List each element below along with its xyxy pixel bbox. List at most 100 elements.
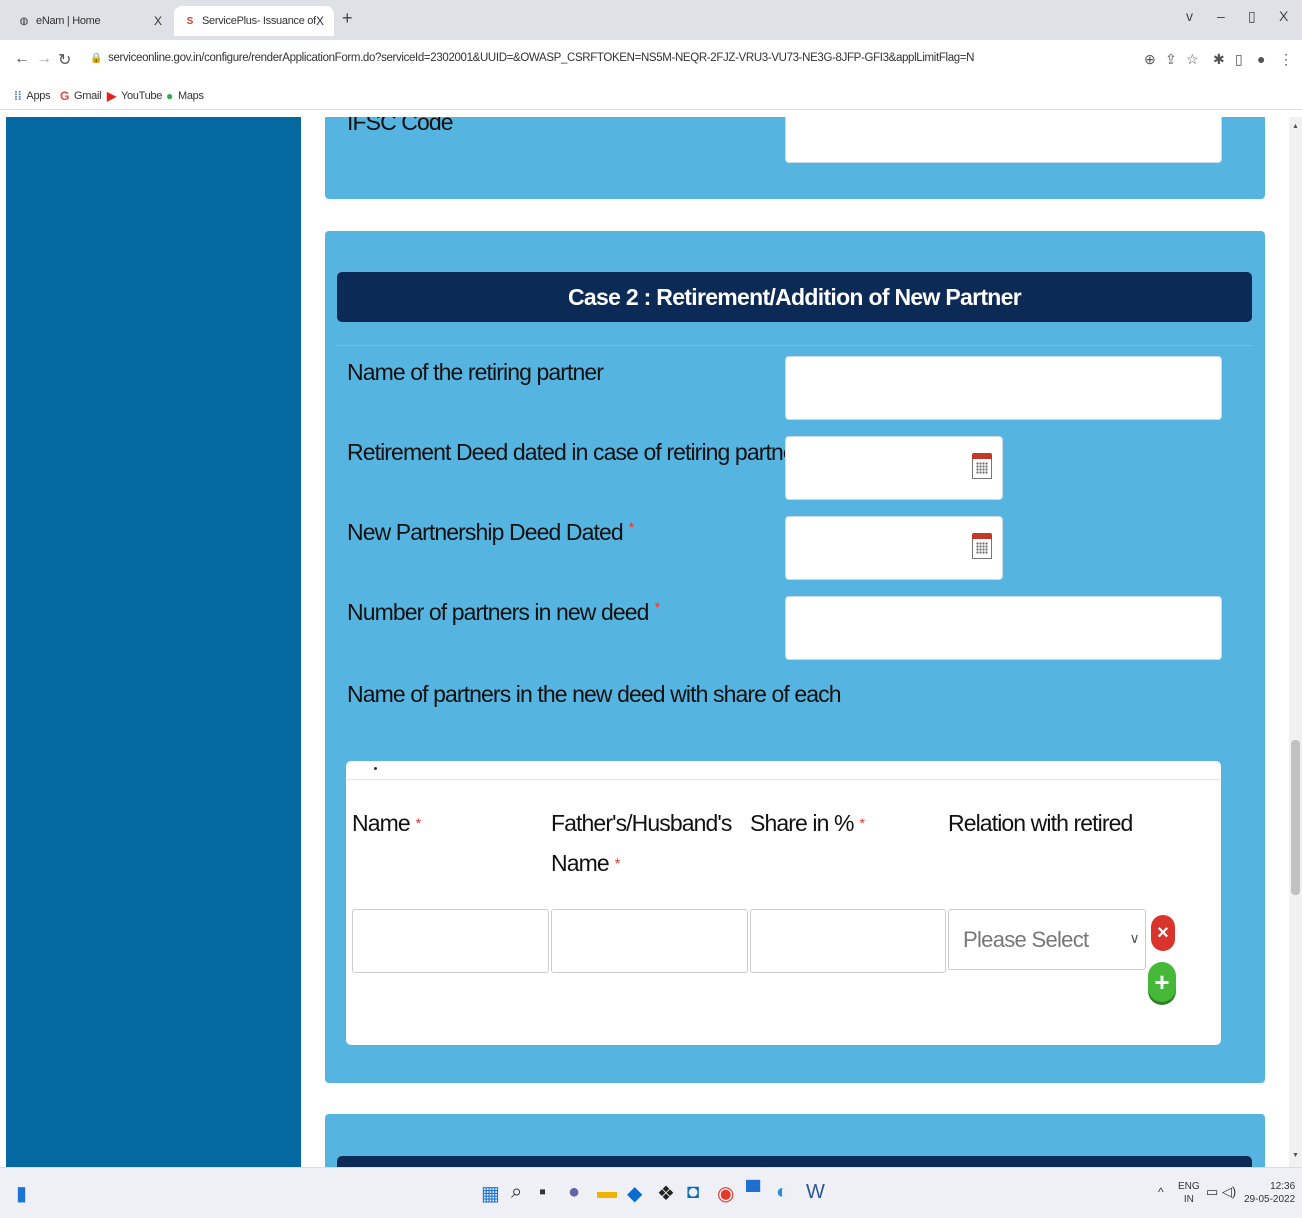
bookmark-label: Maps xyxy=(177,90,204,102)
map-pin-icon: ● xyxy=(166,89,173,103)
back-arrow-icon[interactable]: ← xyxy=(14,50,30,68)
page-viewport: IFSC Code Case 2 : Retirement/Addition o… xyxy=(0,117,1302,1167)
retirement-deed-date-label: Retirement Deed dated in case of retirin… xyxy=(347,439,802,465)
language-indicator[interactable]: ENG IN xyxy=(1178,1180,1200,1206)
minimize-button[interactable]: – xyxy=(1217,8,1225,24)
chevron-down-icon: ∨ xyxy=(1129,930,1139,946)
url-field[interactable]: 🔒 serviceonline.gov.in/configure/renderAp… xyxy=(90,52,974,64)
bookmark-maps[interactable]: ● Maps xyxy=(166,89,204,103)
widgets-icon[interactable]: ▮ xyxy=(16,1181,27,1206)
file-explorer-icon[interactable]: ▬ xyxy=(597,1181,617,1204)
retirement-deed-date-input[interactable] xyxy=(785,436,1003,500)
close-circle-icon: × xyxy=(1157,921,1169,944)
menu-kebab-icon[interactable]: ⋮ xyxy=(1279,51,1293,68)
ifsc-code-label: IFSC Code xyxy=(347,117,454,135)
retiring-partner-name-input[interactable] xyxy=(785,356,1222,420)
word-icon[interactable]: W xyxy=(806,1181,825,1204)
close-tab-icon[interactable]: X xyxy=(316,14,324,28)
profile-icon[interactable]: ● xyxy=(1257,51,1265,67)
bookmark-label: Gmail xyxy=(74,90,102,102)
case2-header: Case 2 : Retirement/Addition of New Part… xyxy=(337,272,1252,322)
bank-details-panel: IFSC Code xyxy=(325,117,1265,199)
required-asterisk: * xyxy=(859,815,865,831)
bookmark-label: YouTube xyxy=(120,90,163,102)
number-of-partners-label: Number of partners in new deed * xyxy=(347,599,660,625)
dropbox-icon[interactable]: ❖ xyxy=(657,1181,675,1206)
edge-icon[interactable]: ◐ xyxy=(776,1181,788,1204)
select-value: Please Select xyxy=(963,926,1089,952)
divider xyxy=(337,345,1252,346)
required-asterisk: * xyxy=(415,815,421,831)
case2-panel: Case 2 : Retirement/Addition of New Part… xyxy=(325,231,1265,1083)
tab-title: eNam | Home xyxy=(36,15,101,27)
lock-icon: 🔒 xyxy=(90,53,103,64)
bookmark-label: Apps xyxy=(26,90,51,102)
scroll-down-icon[interactable]: ▼ xyxy=(1292,1152,1299,1159)
tab-search-icon[interactable]: v xyxy=(1186,8,1193,24)
tab-serviceplus[interactable]: S ServicePlus- Issuance of new Lic X xyxy=(174,6,334,36)
required-asterisk: * xyxy=(654,599,660,615)
monitor-icon[interactable]: ▀ xyxy=(746,1181,760,1204)
tab-enam-home[interactable]: ◍ eNam | Home X xyxy=(8,6,172,36)
search-icon[interactable]: ⌕ xyxy=(511,1181,522,1204)
partner-name-input[interactable] xyxy=(352,909,549,973)
required-asterisk: * xyxy=(628,519,634,535)
share-icon[interactable]: ⇪ xyxy=(1165,51,1177,68)
task-view-icon[interactable]: ▪ xyxy=(539,1181,546,1204)
side-panel-icon[interactable]: ▯ xyxy=(1235,51,1243,68)
bookmark-gmail[interactable]: G Gmail xyxy=(60,89,102,103)
retiring-partner-name-label: Name of the retiring partner xyxy=(347,359,604,385)
next-section-panel xyxy=(325,1114,1265,1167)
store-icon[interactable]: ◆ xyxy=(627,1181,642,1206)
partners-share-label: Name of partners in the new deed with sh… xyxy=(347,681,842,707)
add-row-button[interactable]: + xyxy=(1148,962,1176,1002)
divider xyxy=(346,779,1221,780)
apps-grid-icon: ⁞⁞ xyxy=(14,89,22,103)
column-header-share: Share in % * xyxy=(750,810,865,836)
share-percent-input[interactable] xyxy=(750,909,946,973)
remove-row-button[interactable]: × xyxy=(1151,915,1175,951)
father-husband-name-input[interactable] xyxy=(551,909,748,973)
reload-icon[interactable]: ↻ xyxy=(58,50,71,70)
new-partnership-deed-date-input[interactable] xyxy=(785,516,1003,580)
google-icon: G xyxy=(60,89,70,103)
forward-arrow-icon[interactable]: → xyxy=(36,50,52,68)
bookmark-youtube[interactable]: ▶ YouTube xyxy=(107,89,162,103)
clock[interactable]: 12:36 29-05-2022 xyxy=(1244,1180,1295,1206)
page-scrollbar[interactable]: ▲ ▼ xyxy=(1289,117,1302,1167)
windows-taskbar xyxy=(0,1167,1302,1218)
scrollbar-thumb[interactable] xyxy=(1291,740,1300,895)
bullet xyxy=(374,767,377,770)
close-tab-icon[interactable]: X xyxy=(154,14,162,28)
partners-table: Name * Father's/Husband's Name * Share in … xyxy=(346,761,1221,1045)
teams-icon[interactable]: ● xyxy=(568,1181,580,1204)
zoom-icon[interactable]: ⊕ xyxy=(1144,51,1156,68)
network-volume-icon[interactable]: ▭ ◁) xyxy=(1206,1185,1236,1198)
serviceplus-logo-icon: S xyxy=(186,15,194,27)
chrome-icon[interactable]: ◉ xyxy=(717,1181,734,1206)
calendar-icon[interactable] xyxy=(972,533,992,561)
url-text: serviceonline.gov.in/configure/renderApp… xyxy=(108,52,975,64)
maximize-button[interactable]: ▯ xyxy=(1248,8,1256,25)
form-area: IFSC Code Case 2 : Retirement/Addition o… xyxy=(301,117,1289,1167)
globe-icon: ◍ xyxy=(19,15,29,27)
calendar-icon[interactable] xyxy=(972,453,992,481)
outlook-icon[interactable]: ◘ xyxy=(687,1181,699,1204)
new-partnership-deed-date-label: New Partnership Deed Dated * xyxy=(347,519,634,545)
plus-circle-icon: + xyxy=(1154,966,1170,997)
ifsc-code-input[interactable] xyxy=(785,117,1222,163)
extensions-icon[interactable]: ✱ xyxy=(1213,51,1225,68)
next-section-header xyxy=(337,1156,1252,1167)
bookmark-star-icon[interactable]: ☆ xyxy=(1186,51,1199,68)
column-header-name: Name * xyxy=(352,810,421,836)
required-asterisk: * xyxy=(614,855,620,871)
number-of-partners-input[interactable] xyxy=(785,596,1222,660)
start-icon[interactable]: ▦ xyxy=(481,1181,500,1206)
close-window-button[interactable]: X xyxy=(1279,8,1288,24)
bookmark-apps[interactable]: ⁞⁞ Apps xyxy=(14,89,51,103)
scroll-up-icon[interactable]: ▲ xyxy=(1292,123,1299,130)
column-header-relation: Relation with retired xyxy=(948,810,1133,836)
chevron-up-icon[interactable]: ^ xyxy=(1158,1186,1164,1199)
relation-select[interactable]: Please Select ∨ xyxy=(948,909,1146,970)
new-tab-button[interactable]: + xyxy=(342,8,353,29)
